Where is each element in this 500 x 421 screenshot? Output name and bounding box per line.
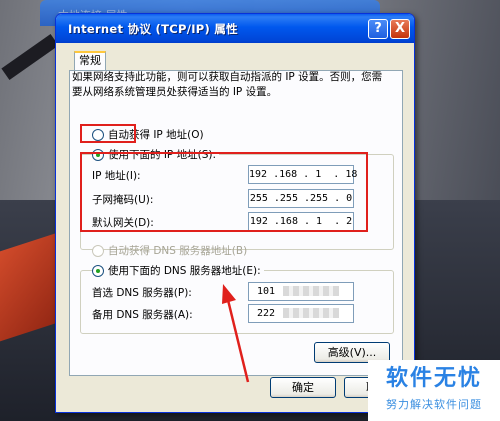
watermark-sub: 努力解决软件问题 (386, 398, 482, 411)
arrow-head (222, 284, 236, 304)
arrow-line (226, 299, 250, 383)
watermark: 软件无忧 努力解决软件问题 (368, 360, 500, 421)
annotation-arrow (222, 284, 250, 383)
watermark-main: 软件无忧 (385, 366, 482, 391)
